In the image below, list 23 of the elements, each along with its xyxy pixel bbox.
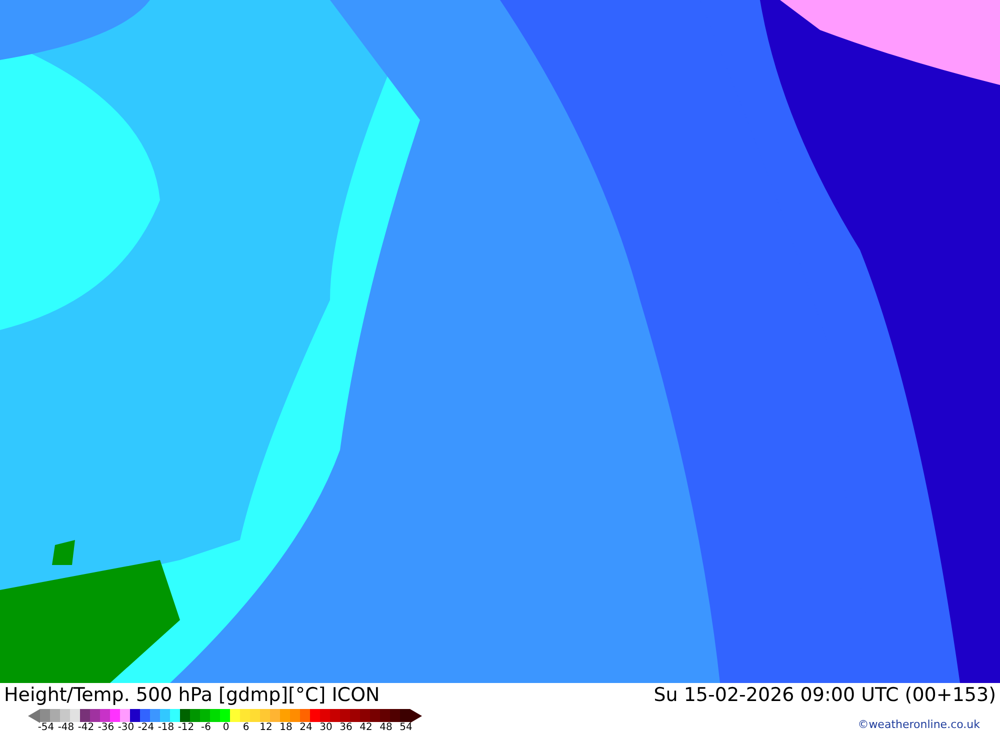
copyright-link[interactable]: ©weatheronline.co.uk <box>858 709 1000 733</box>
scale-tick-label: -6 <box>200 722 212 733</box>
forecast-time: Su 15-02-2026 09:00 UTC (00+153) <box>654 683 996 707</box>
scale-tick-label: -54 <box>36 722 56 733</box>
scale-tick-label: 30 <box>318 722 334 733</box>
scale-tick-label: 6 <box>242 722 250 733</box>
scale-tick-label: -30 <box>116 722 136 733</box>
map-title: Height/Temp. 500 hPa [gdmp][°C] ICON <box>4 683 380 707</box>
scale-tick-label: -12 <box>176 722 196 733</box>
scale-tick-label: 12 <box>258 722 274 733</box>
scale-tick-label: 42 <box>358 722 374 733</box>
scale-tick-label: -18 <box>156 722 176 733</box>
scale-tick-label: 24 <box>298 722 314 733</box>
scale-tick-label: -48 <box>56 722 76 733</box>
scale-tick-label: 54 <box>398 722 414 733</box>
scale-tick-label: -42 <box>76 722 96 733</box>
scale-arrow-icon <box>410 708 422 722</box>
scale-tick-label: 36 <box>338 722 354 733</box>
scale-tick-label: -36 <box>96 722 116 733</box>
scale-tick-label: 0 <box>222 722 230 733</box>
scale-tick-label: -24 <box>136 722 156 733</box>
scale-tick-label: 48 <box>378 722 394 733</box>
scale-tick-label: 18 <box>278 722 294 733</box>
